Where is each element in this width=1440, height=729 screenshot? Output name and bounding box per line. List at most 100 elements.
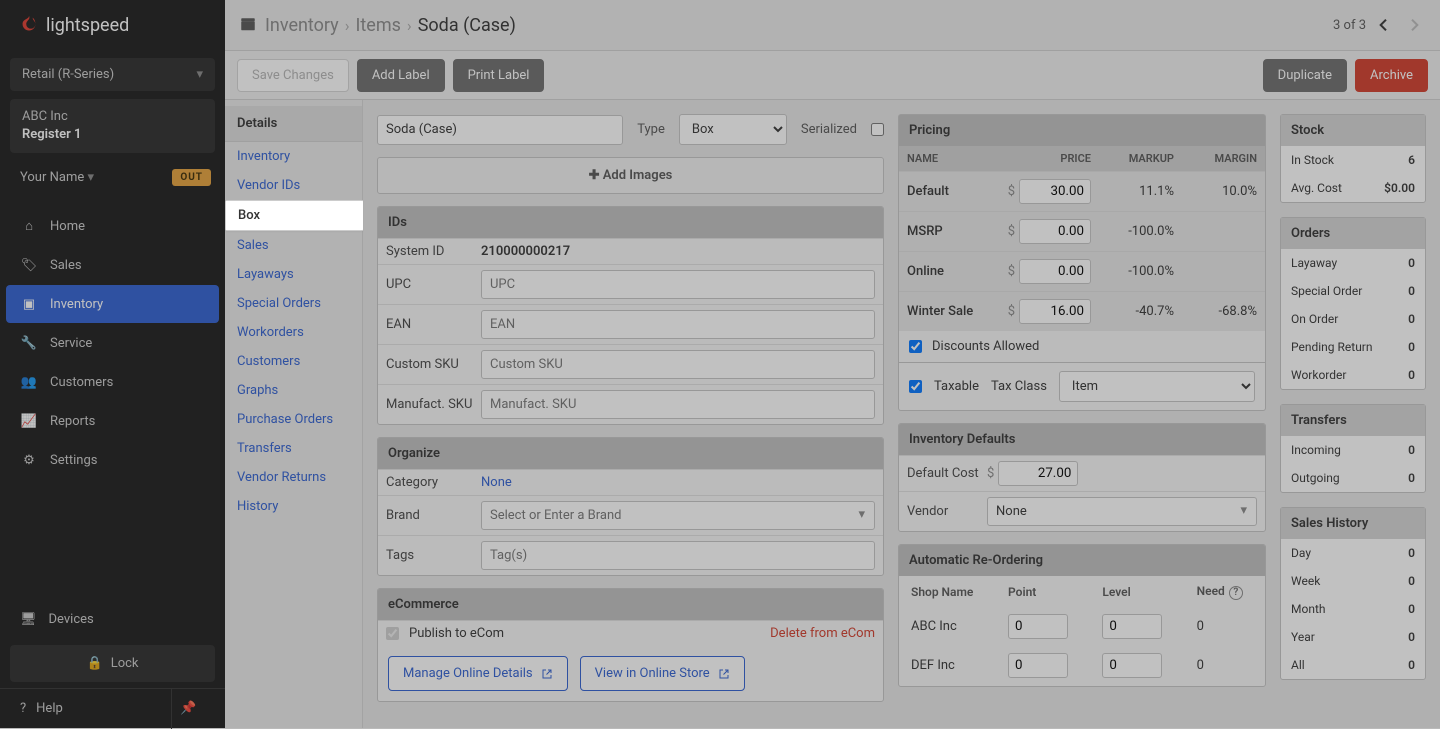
inventory-defaults-card: Inventory Defaults Default Cost$ Vendor▾ [898,423,1266,532]
brand-select[interactable] [481,501,875,530]
users-icon: 👥 [20,373,38,391]
print-label-button[interactable]: Print Label [453,59,545,92]
ids-card: IDs System ID210000000217 UPC EAN Custom… [377,206,884,425]
subnav-sales[interactable]: Sales [225,231,362,260]
th-name: NAME [899,146,989,172]
pager-next[interactable] [1402,13,1426,37]
point-input[interactable] [1008,653,1068,678]
subnav-transfers[interactable]: Transfers [225,434,362,463]
subnav-special-orders[interactable]: Special Orders [225,289,362,318]
subnav-box[interactable]: Box [225,200,363,231]
archive-button[interactable]: Archive [1355,59,1428,92]
custom-sku-input[interactable] [481,350,875,379]
nav-label: Inventory [50,297,103,312]
product-selector[interactable]: Retail (R-Series) ▾ [10,58,215,91]
subnav-vendor-ids[interactable]: Vendor IDs [225,171,362,200]
tag-icon: 🏷 [20,256,38,274]
tags-label: Tags [386,548,481,563]
price-input-default[interactable] [1019,179,1091,204]
nav-settings[interactable]: ⚙ Settings [6,441,219,479]
user-row[interactable]: Your Name ▾ OUT [10,161,215,194]
point-input[interactable] [1008,614,1068,639]
category-link[interactable]: None [481,475,512,490]
subnav-inventory[interactable]: Inventory [225,142,362,171]
external-link-icon [541,668,553,680]
default-cost-input[interactable] [998,461,1078,486]
save-button[interactable]: Save Changes [237,59,349,92]
price-input-msrp[interactable] [1019,219,1091,244]
chevron-down-icon: ▾ [196,67,203,82]
avg-cost-value: $0.00 [1384,181,1415,195]
chevron-down-icon: ▾ [87,170,94,185]
subnav-customers[interactable]: Customers [225,347,362,376]
subnav-layaways[interactable]: Layaways [225,260,362,289]
nav-label: Home [50,219,85,234]
duplicate-button[interactable]: Duplicate [1263,59,1347,92]
ean-input[interactable] [481,310,875,339]
subnav-workorders[interactable]: Workorders [225,318,362,347]
ids-title: IDs [378,207,883,238]
price-input-online[interactable] [1019,259,1091,284]
sales-history-card: Sales History Day0 Week0 Month0 Year0 Al… [1280,507,1426,680]
view-in-online-store-button[interactable]: View in Online Store [580,656,745,691]
out-badge[interactable]: OUT [172,169,211,186]
lock-icon: 🔒 [87,656,103,671]
nav-label: Reports [50,414,95,429]
organize-title: Organize [378,438,883,469]
breadcrumb-current: Soda (Case) [418,15,516,36]
manage-online-details-button[interactable]: Manage Online Details [388,656,568,691]
nav-sales[interactable]: 🏷Sales [6,246,219,284]
nav-inventory[interactable]: ▣Inventory [6,285,219,323]
tax-class-select[interactable]: Item [1059,371,1255,402]
discounts-checkbox[interactable] [909,340,922,353]
nav-devices[interactable]: 🖥Devices [0,600,225,639]
help-link[interactable]: ?Help [20,701,63,716]
company-box[interactable]: ABC Inc Register 1 [10,99,215,153]
item-name-input[interactable] [377,115,623,145]
stock-title: Stock [1281,115,1425,146]
delete-from-ecom-link[interactable]: Delete from eCom [770,626,875,641]
lock-button[interactable]: 🔒Lock [10,645,215,682]
help-icon[interactable]: ? [1229,586,1243,600]
add-images-button[interactable]: ✚ Add Images [377,157,884,194]
taxable-checkbox[interactable] [909,380,922,393]
pin-icon[interactable]: 📌 [171,689,205,729]
nav-service[interactable]: 🔧Service [6,324,219,362]
gear-icon: ⚙ [20,451,38,469]
add-label-button[interactable]: Add Label [357,59,445,92]
level-input[interactable] [1102,614,1162,639]
upc-input[interactable] [481,270,875,299]
stock-card: Stock In Stock6 Avg. Cost$0.00 [1280,114,1426,203]
ecommerce-title: eCommerce [378,589,883,620]
type-select[interactable]: Box [679,114,787,145]
nav-label: Settings [50,453,97,468]
nav-customers[interactable]: 👥Customers [6,363,219,401]
subnav-graphs[interactable]: Graphs [225,376,362,405]
manufact-sku-label: Manufact. SKU [386,397,481,412]
manufact-sku-input[interactable] [481,390,875,419]
level-input[interactable] [1102,653,1162,678]
reorder-row: DEF Inc0 [901,647,1263,684]
subnav-vendor-returns[interactable]: Vendor Returns [225,463,362,492]
discounts-label: Discounts Allowed [932,339,1039,354]
nav-home[interactable]: ⌂Home [6,207,219,245]
nav-reports[interactable]: 📈Reports [6,402,219,440]
th-point: Point [998,578,1090,606]
main-nav: ⌂Home 🏷Sales ▣Inventory 🔧Service 👥Custom… [0,202,225,484]
publish-label: Publish to eCom [409,626,504,641]
th-markup: MARKUP [1099,146,1182,172]
pricing-table: NAME PRICE MARKUP MARGIN Default$11.1%10… [899,146,1265,331]
brand-label: Brand [386,508,481,523]
pager-prev[interactable] [1372,13,1396,37]
subnav-history[interactable]: History [225,492,362,521]
serialized-checkbox[interactable] [871,123,884,136]
subnav-purchase-orders[interactable]: Purchase Orders [225,405,362,434]
tags-input[interactable] [481,541,875,570]
taxable-label: Taxable [934,379,979,394]
breadcrumb-items[interactable]: Items [356,15,401,36]
breadcrumb-inventory[interactable]: Inventory [265,15,339,36]
publish-checkbox[interactable] [386,627,399,640]
custom-sku-label: Custom SKU [386,357,481,372]
vendor-select[interactable] [987,497,1257,526]
price-input-winter[interactable] [1019,299,1091,324]
